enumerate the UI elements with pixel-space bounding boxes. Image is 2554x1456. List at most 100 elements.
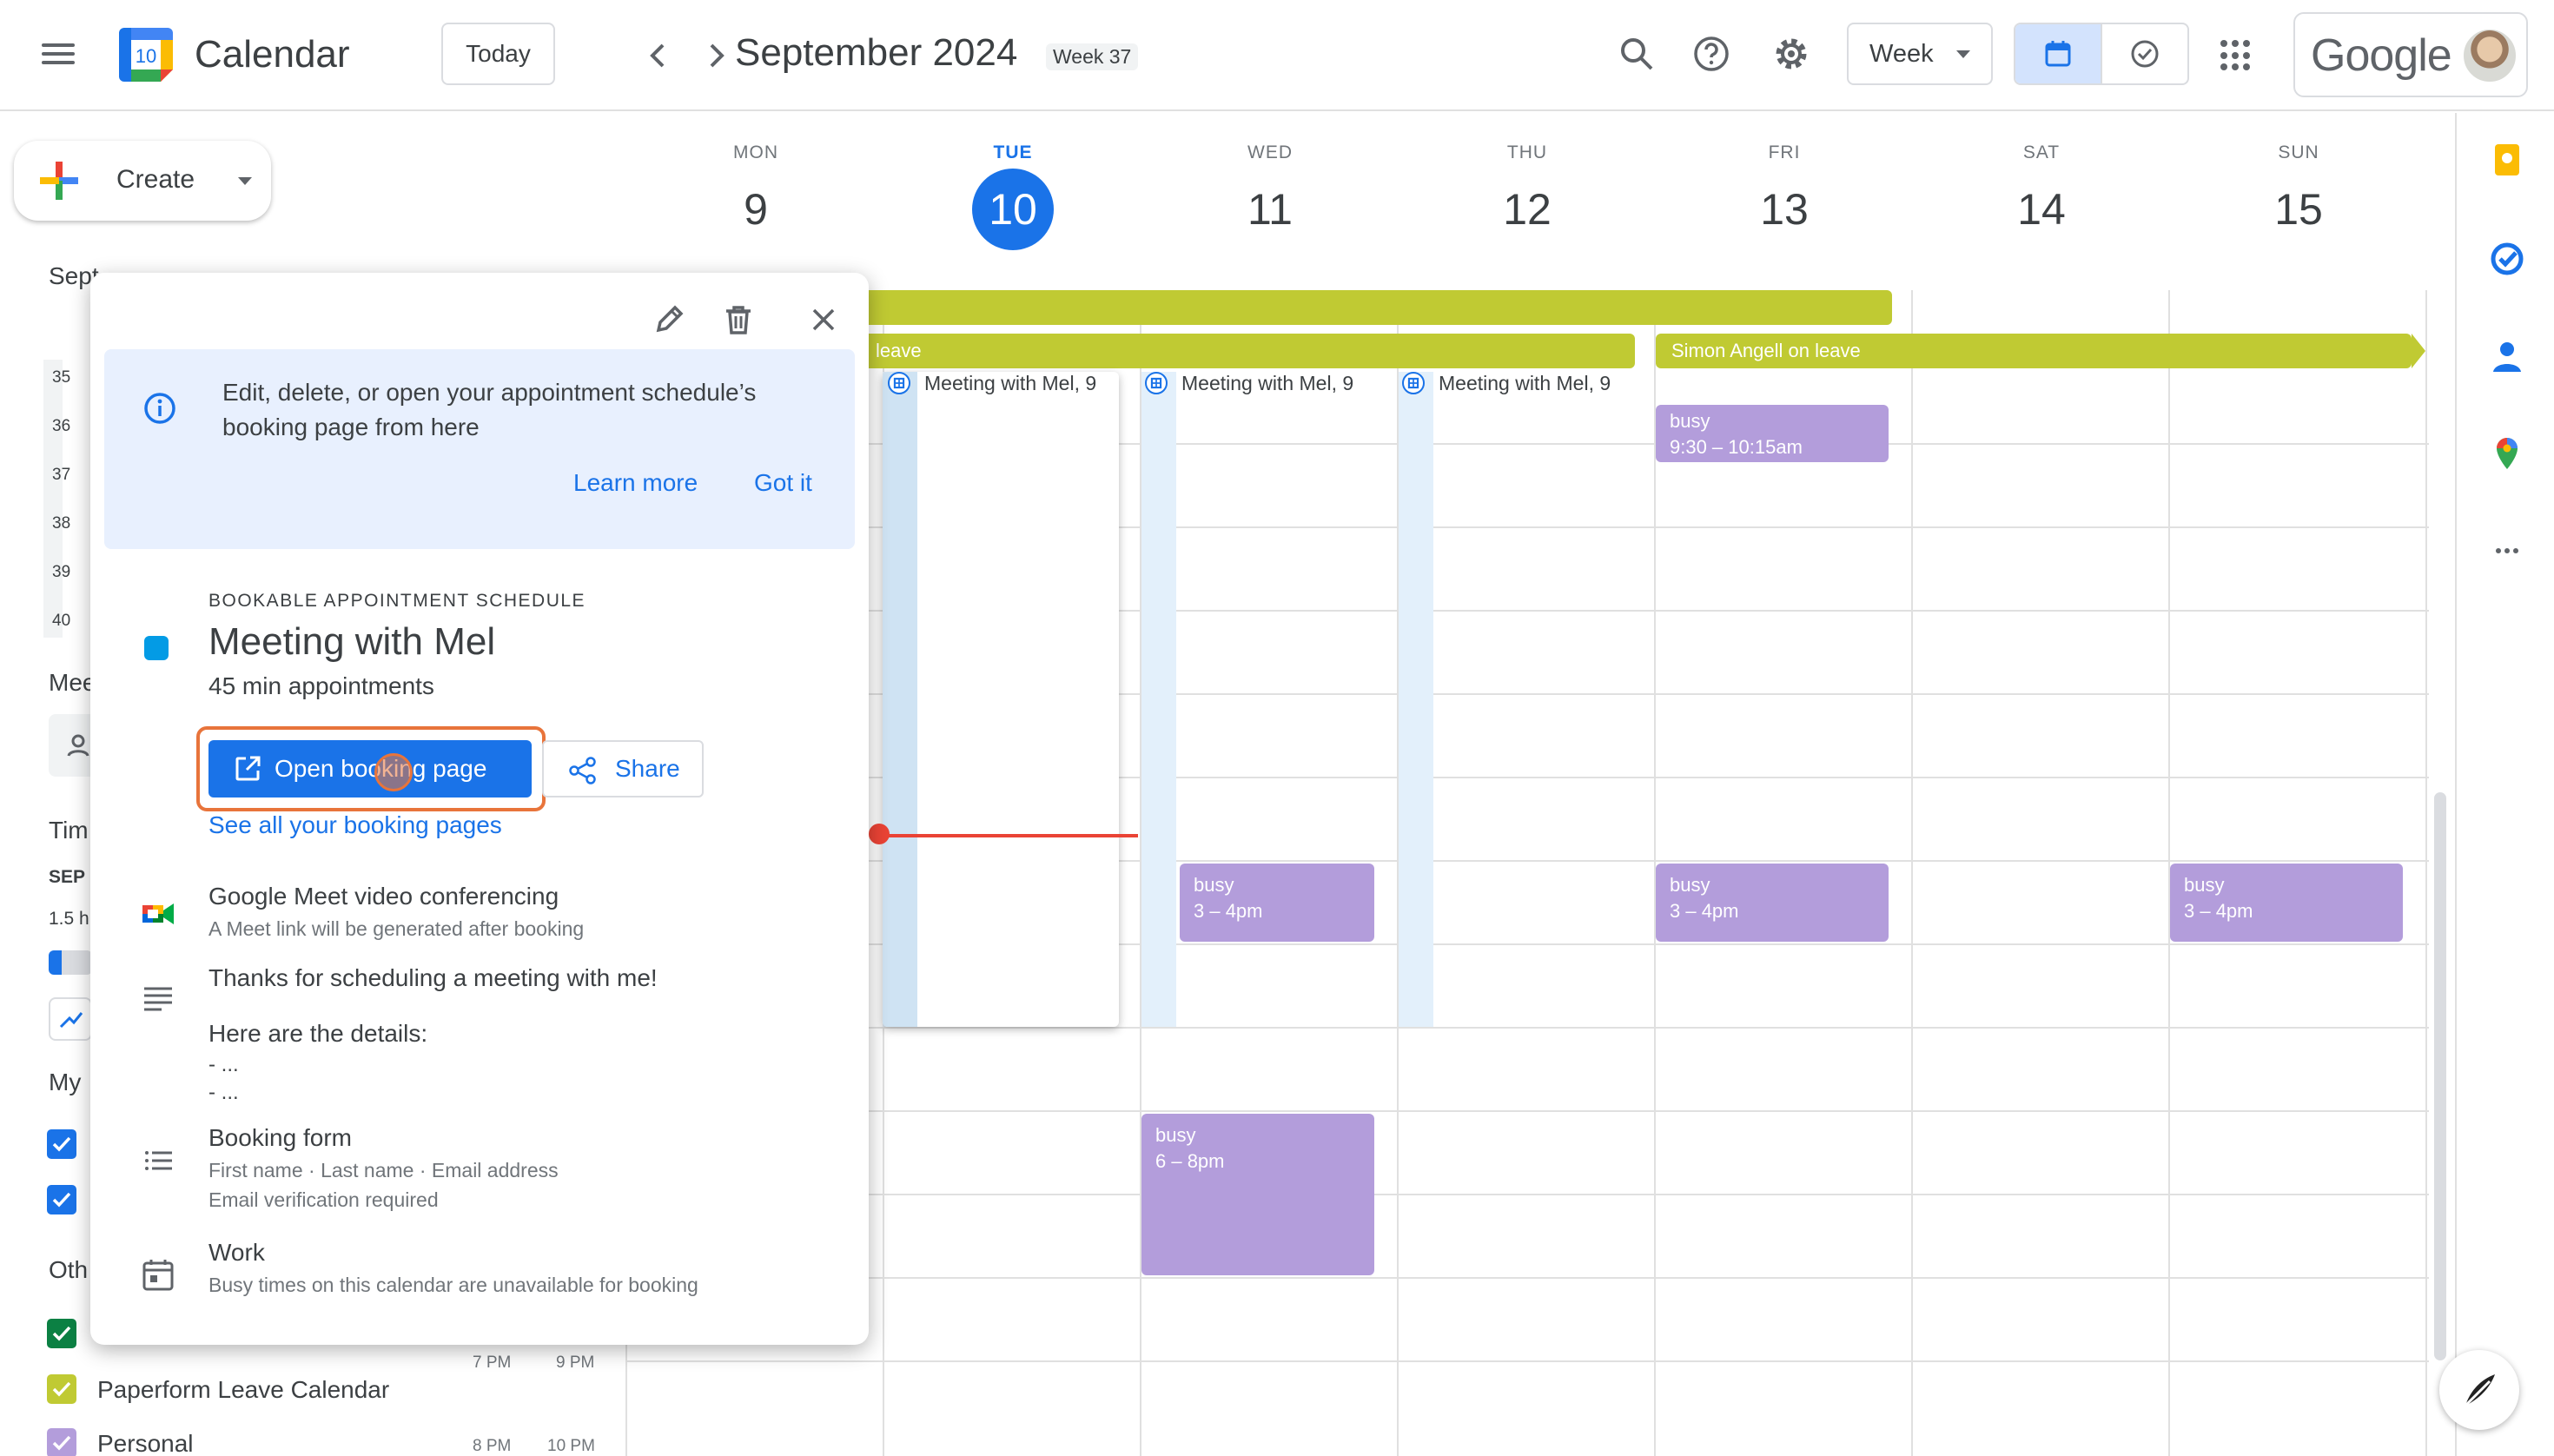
other-calendars-title[interactable]: Oth xyxy=(49,1256,88,1284)
continues-arrow-icon xyxy=(2412,334,2425,368)
appointment-title[interactable]: Meeting with Mel, 9 xyxy=(1181,372,1364,395)
appointment-grid-icon xyxy=(888,372,910,394)
side-panel-rail xyxy=(2455,113,2554,1456)
see-all-booking-pages-link[interactable]: See all your booking pages xyxy=(208,811,502,839)
month-title: September 2024 xyxy=(735,31,1018,74)
appointment-details-popup: Edit, delete, or open your appointment s… xyxy=(90,273,869,1345)
keep-notes-icon[interactable] xyxy=(2488,141,2526,179)
delete-trash-icon[interactable] xyxy=(718,299,759,341)
description-icon xyxy=(144,987,172,1011)
busy-event[interactable]: busy 6 – 8pm xyxy=(1141,1114,1374,1275)
calendar-checkbox[interactable] xyxy=(47,1319,76,1348)
week-number[interactable]: 38 xyxy=(52,514,70,533)
busy-event[interactable]: busy 3 – 4pm xyxy=(1180,864,1374,942)
contacts-icon[interactable] xyxy=(2488,337,2526,375)
calendar-tasks-toggle xyxy=(2014,23,2189,85)
calendar-label[interactable]: Personal xyxy=(97,1430,194,1456)
got-it-button[interactable]: Got it xyxy=(754,469,812,497)
view-select[interactable]: Week xyxy=(1847,23,1993,85)
info-banner: Edit, delete, or open your appointment s… xyxy=(104,349,855,549)
calendar-icon xyxy=(2045,41,2071,67)
current-time-dot xyxy=(869,824,890,844)
search-icon[interactable] xyxy=(1616,33,1657,75)
day-header-sat[interactable]: SAT 14 xyxy=(1989,142,2094,250)
week-number[interactable]: 40 xyxy=(52,612,70,631)
calendar-checkbox[interactable] xyxy=(47,1185,76,1214)
meet-subtitle: A Meet link will be generated after book… xyxy=(208,917,585,940)
appointment-grid-icon xyxy=(1145,372,1168,394)
all-day-event[interactable] xyxy=(860,290,1892,325)
popup-title: Meeting with Mel xyxy=(208,620,496,663)
grid-scrollbar[interactable] xyxy=(2434,792,2446,1360)
busy-event[interactable]: busy 3 – 4pm xyxy=(1656,864,1889,942)
day-header-mon[interactable]: MON 9 xyxy=(704,142,808,250)
all-day-event[interactable]: leave xyxy=(860,334,1635,368)
busy-event[interactable]: busy 9:30 – 10:15am xyxy=(1656,405,1889,462)
calendar-label[interactable]: Paperform Leave Calendar xyxy=(97,1376,389,1404)
tasks-icon[interactable] xyxy=(2488,240,2526,278)
appointment-slot[interactable] xyxy=(1399,372,1433,1027)
my-calendars-title[interactable]: My xyxy=(49,1069,81,1096)
week-number[interactable]: 36 xyxy=(52,417,70,436)
description-line: Thanks for scheduling a meeting with me! xyxy=(208,964,658,991)
help-icon[interactable] xyxy=(1691,33,1732,75)
appointment-slot[interactable] xyxy=(1141,372,1176,1027)
appointment-title[interactable]: Meeting with Mel, 9 xyxy=(1439,372,1621,395)
appointment-title[interactable]: Meeting with Mel, 9 xyxy=(924,372,1107,395)
time-label: 7 PM xyxy=(473,1353,512,1372)
prev-week-icon[interactable] xyxy=(643,38,674,73)
day-header-wed[interactable]: WED 11 xyxy=(1218,142,1322,250)
busy-event[interactable]: busy 3 – 4pm xyxy=(2170,864,2403,942)
week-number[interactable]: 37 xyxy=(52,466,70,485)
week-number-column xyxy=(43,360,63,638)
more-horizontal-icon[interactable] xyxy=(2488,532,2526,570)
settings-gear-icon[interactable] xyxy=(1770,33,1812,75)
google-apps-icon[interactable] xyxy=(2220,40,2252,71)
calendar-checkbox[interactable] xyxy=(47,1374,76,1404)
svg-text:10: 10 xyxy=(136,45,156,67)
time-label: 10 PM xyxy=(547,1437,595,1455)
calendar-checkbox[interactable] xyxy=(47,1428,76,1456)
time-label: 8 PM xyxy=(473,1437,512,1455)
maps-icon[interactable] xyxy=(2488,434,2526,473)
meet-section-title: Mee xyxy=(49,669,96,696)
description-line: - ... xyxy=(208,1053,239,1076)
close-icon[interactable] xyxy=(803,299,844,341)
person-icon xyxy=(67,734,89,757)
more-insights-button[interactable] xyxy=(49,997,92,1041)
day-header-thu[interactable]: THU 12 xyxy=(1475,142,1579,250)
avatar[interactable] xyxy=(2462,28,2518,83)
create-label: Create xyxy=(116,165,195,194)
open-booking-page-button[interactable]: Open booking page xyxy=(208,740,532,797)
edit-pencil-icon[interactable] xyxy=(648,299,690,341)
today-button[interactable]: Today xyxy=(441,23,555,85)
all-day-event-simon-leave[interactable]: Simon Angell on leave xyxy=(1656,334,2412,368)
learn-more-link[interactable]: Learn more xyxy=(573,469,698,497)
create-button[interactable]: Create xyxy=(14,141,271,221)
account-switcher[interactable]: Google xyxy=(2293,12,2528,97)
cursor-click-indicator xyxy=(374,753,413,791)
calendar-view-toggle[interactable] xyxy=(2015,24,2102,83)
day-header-sun[interactable]: SUN 15 xyxy=(2246,142,2351,250)
appointment-slot-selected[interactable] xyxy=(883,372,1119,1027)
open-external-icon xyxy=(235,756,261,781)
extension-fab[interactable] xyxy=(2439,1350,2519,1430)
time-insights-duration: 1.5 h xyxy=(49,909,89,929)
feather-icon xyxy=(2460,1374,2495,1411)
time-insights-bar xyxy=(49,950,92,975)
next-week-icon[interactable] xyxy=(700,38,731,73)
current-time-line xyxy=(877,834,1138,837)
booking-form-verification: Email verification required xyxy=(208,1188,439,1211)
day-header-tue[interactable]: TUE 10 xyxy=(961,142,1065,250)
week-number[interactable]: 39 xyxy=(52,563,70,582)
calendar-checkbox[interactable] xyxy=(47,1129,76,1159)
booking-calendar-subtitle: Busy times on this calendar are unavaila… xyxy=(208,1274,698,1296)
insights-icon xyxy=(59,1012,83,1029)
day-header-fri[interactable]: FRI 13 xyxy=(1732,142,1836,250)
checkmark-icon xyxy=(52,1136,71,1152)
week-number[interactable]: 35 xyxy=(52,368,70,387)
main-menu-icon[interactable] xyxy=(42,38,76,73)
share-button[interactable]: Share xyxy=(542,740,704,797)
checkmark-icon xyxy=(52,1435,71,1451)
tasks-view-toggle[interactable] xyxy=(2102,24,2187,83)
